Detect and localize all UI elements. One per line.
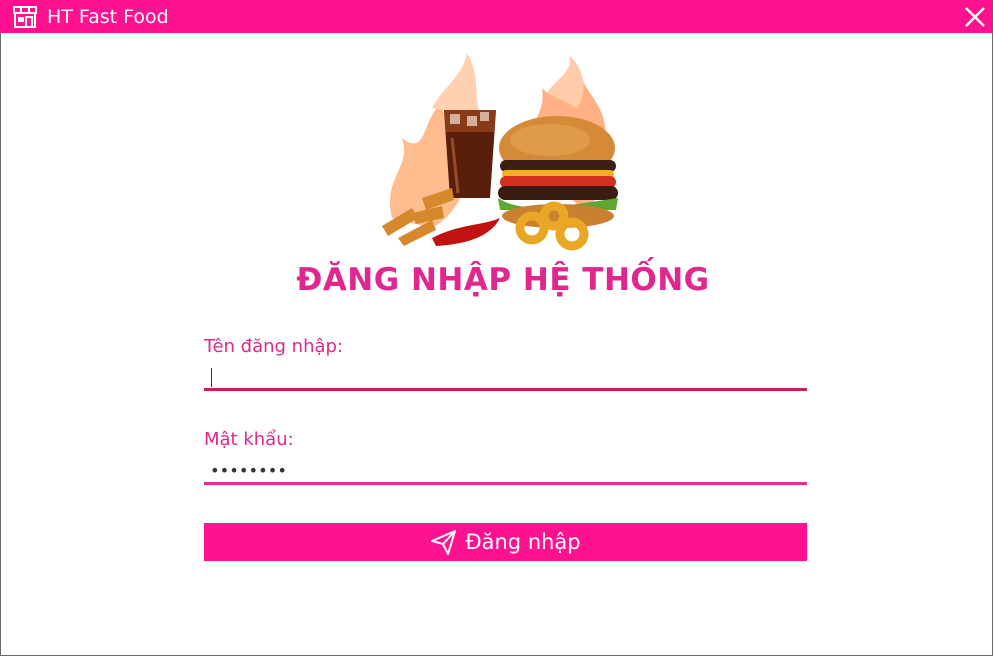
- page-title: ĐĂNG NHẬP HỆ THỐNG: [296, 262, 710, 298]
- text-caret: [211, 368, 212, 387]
- login-button-label: Đăng nhập: [465, 530, 581, 554]
- window-title: HT Fast Food: [47, 6, 169, 28]
- password-field[interactable]: [204, 459, 807, 485]
- username-field[interactable]: [204, 365, 807, 391]
- password-label: Mật khẩu:: [204, 429, 294, 450]
- store-icon: [13, 6, 37, 28]
- login-button[interactable]: Đăng nhập: [204, 523, 807, 561]
- fast-food-combo-image: [382, 53, 618, 251]
- username-label: Tên đăng nhập:: [204, 336, 344, 357]
- close-icon[interactable]: [962, 4, 988, 30]
- send-icon: [431, 529, 457, 555]
- title-bar: HT Fast Food: [0, 0, 993, 33]
